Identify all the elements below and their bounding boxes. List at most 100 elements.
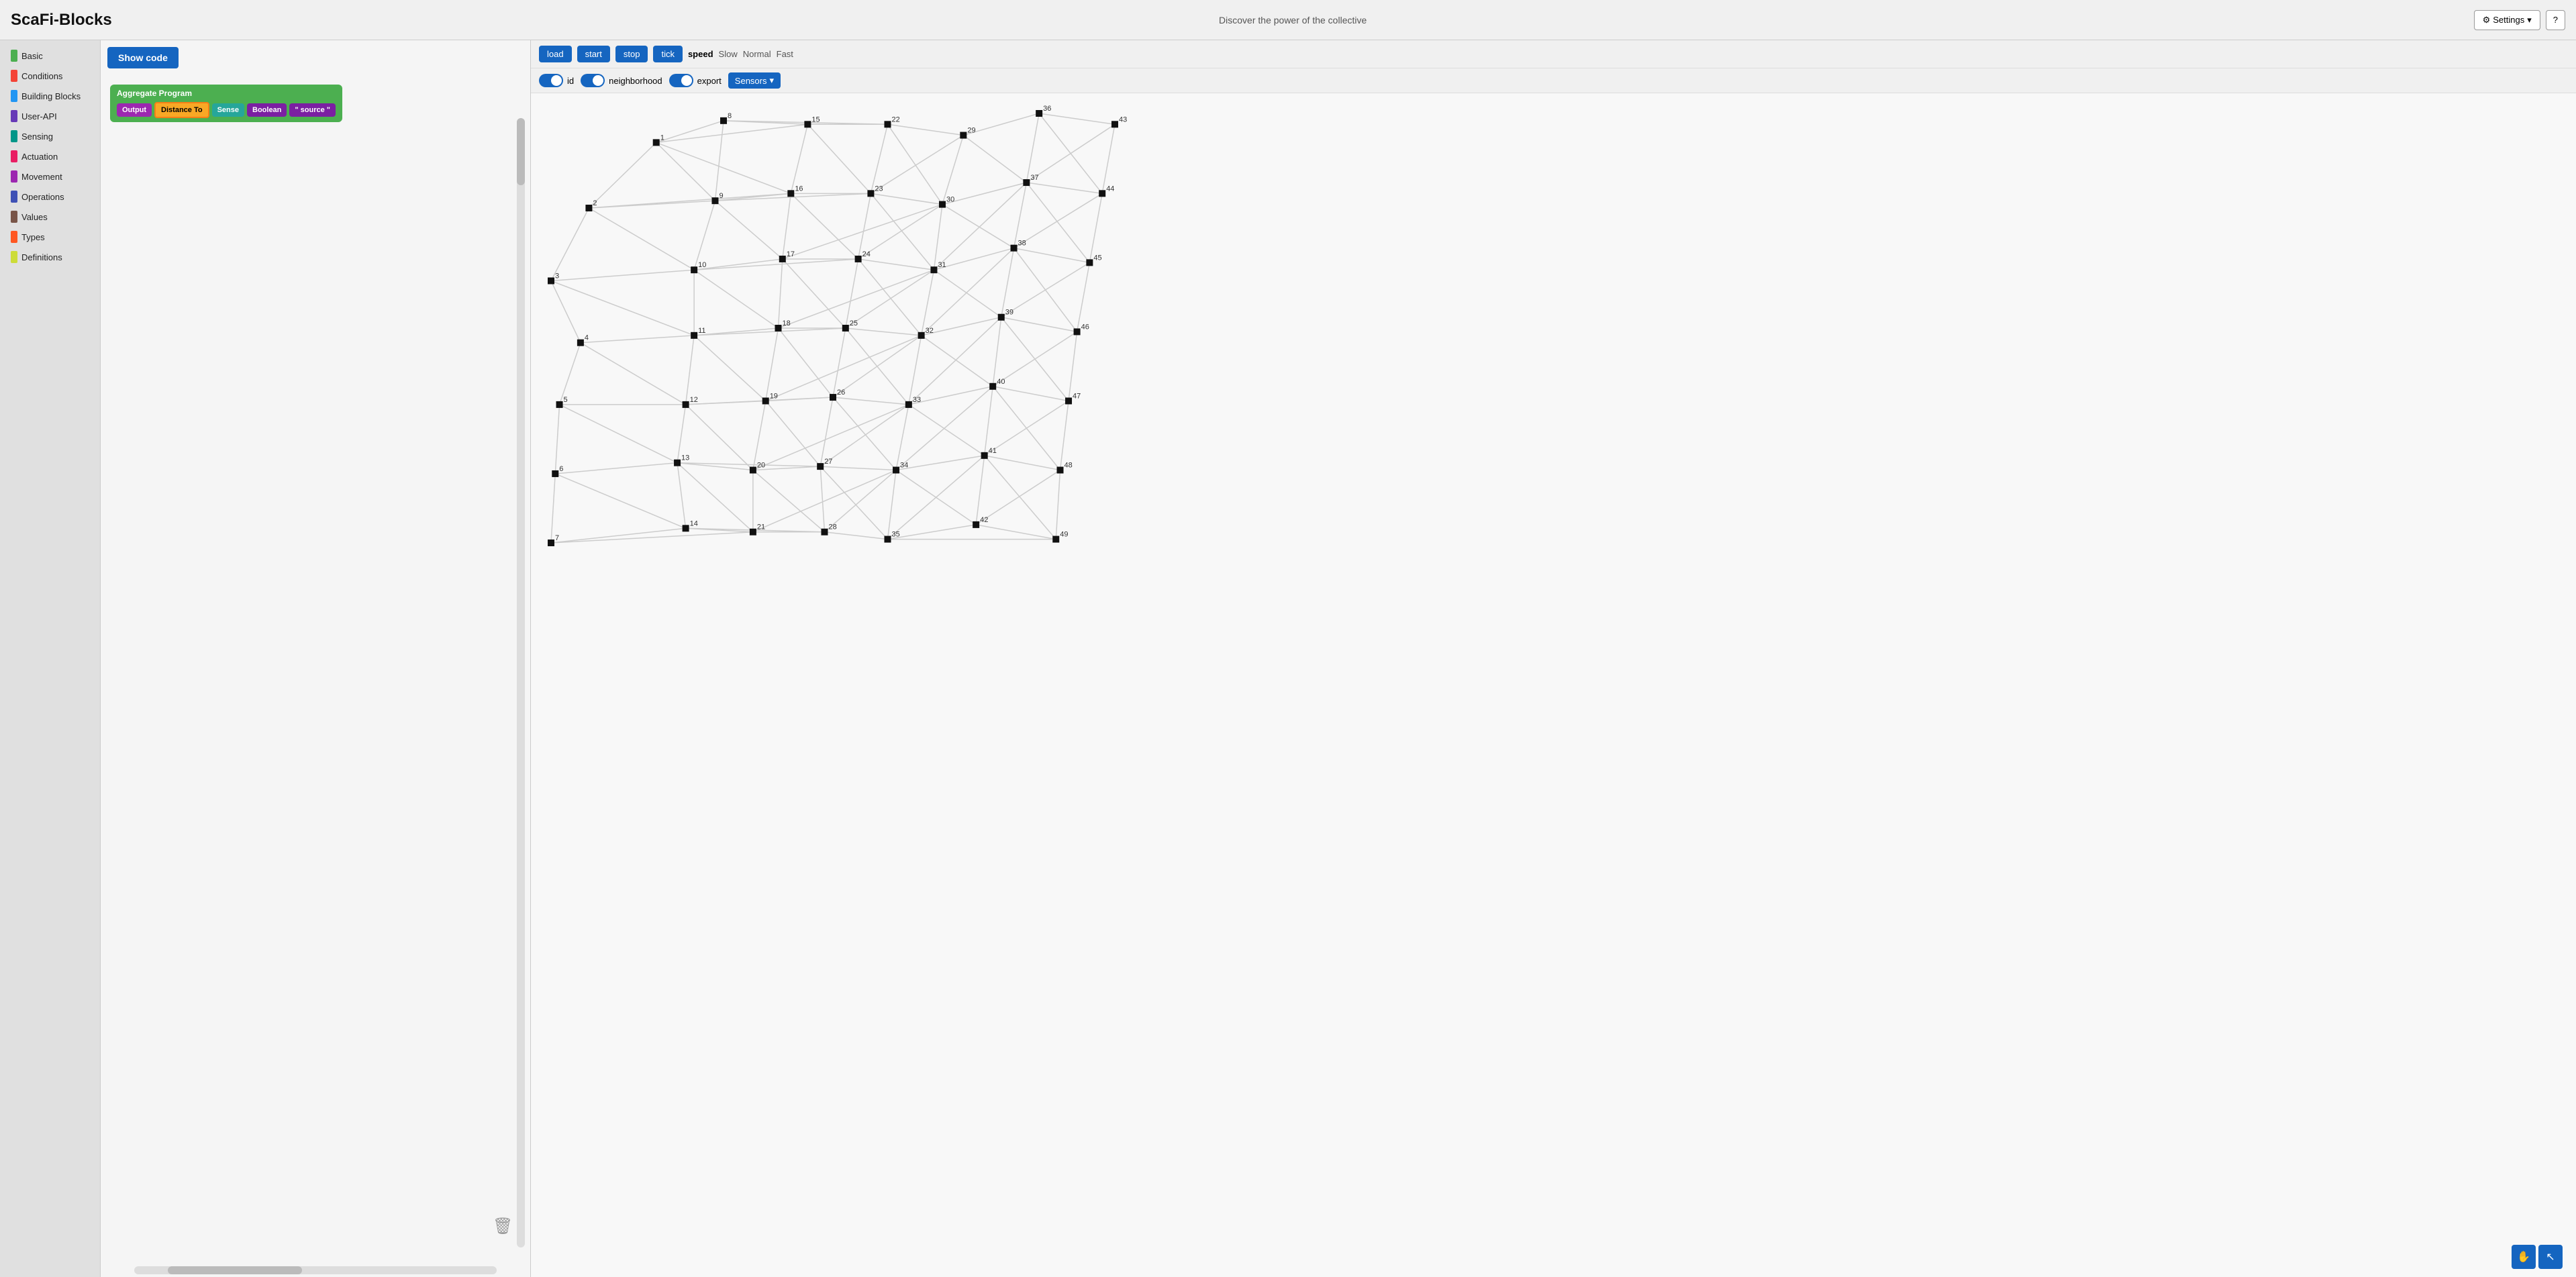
- svg-text:45: 45: [1093, 254, 1101, 262]
- neighborhood-toggle[interactable]: [581, 74, 605, 87]
- sidebar-item-movement[interactable]: Movement: [0, 166, 100, 187]
- sense-block[interactable]: Sense: [212, 103, 244, 117]
- hand-tool-button[interactable]: ✋: [2512, 1245, 2536, 1269]
- header: ScaFi-Blocks Discover the power of the c…: [0, 0, 2576, 40]
- workspace-canvas[interactable]: Aggregate Program Output Distance To Sen…: [103, 78, 528, 1261]
- svg-text:40: 40: [997, 378, 1005, 386]
- svg-text:21: 21: [757, 523, 765, 531]
- help-button[interactable]: ?: [2546, 10, 2565, 30]
- svg-text:16: 16: [795, 185, 803, 193]
- chevron-down-icon: ▾: [2527, 15, 2532, 25]
- svg-text:14: 14: [690, 519, 698, 527]
- id-toggle-group: id: [539, 74, 574, 87]
- sidebar-item-types[interactable]: Types: [0, 227, 100, 247]
- stop-button[interactable]: stop: [615, 46, 648, 62]
- sidebar: Basic Conditions Building Blocks User-APISe…: [0, 40, 101, 1277]
- sidebar-item-sensing[interactable]: Sensing: [0, 126, 100, 146]
- sidebar-label-basic: Basic: [21, 51, 43, 61]
- horizontal-scrollbar[interactable]: [134, 1266, 497, 1274]
- sidebar-color-types: [11, 231, 17, 243]
- output-block[interactable]: Output: [117, 103, 152, 117]
- svg-text:5: 5: [564, 396, 568, 404]
- main-layout: BasicConditionsBuilding BlocksUser-APISe…: [0, 40, 2576, 1277]
- svg-text:3: 3: [555, 272, 559, 280]
- trash-icon[interactable]: 🗑: [493, 1217, 514, 1241]
- vertical-scrollbar[interactable]: [517, 118, 525, 1247]
- sidebar-item-values[interactable]: Values: [0, 207, 100, 227]
- speed-fast[interactable]: Fast: [777, 49, 793, 59]
- svg-text:26: 26: [837, 389, 845, 397]
- sidebar-item-conditions[interactable]: Conditions: [0, 66, 100, 86]
- svg-text:46: 46: [1081, 323, 1089, 331]
- string-block[interactable]: " source ": [289, 103, 336, 117]
- start-button[interactable]: start: [577, 46, 610, 62]
- sim-toolbar: load start stop tick speed Slow Normal F…: [531, 40, 2576, 68]
- vertical-scrollbar-thumb[interactable]: [517, 118, 525, 185]
- block-area[interactable]: Aggregate Program Output Distance To Sen…: [103, 78, 528, 1261]
- sidebar-label-definitions: Definitions: [21, 252, 62, 262]
- network-svg: 1234567891011121314151617181920212223242…: [531, 93, 2576, 1277]
- svg-text:29: 29: [967, 127, 975, 135]
- sidebar-label-values: Values: [21, 212, 48, 222]
- sidebar-label-operations: Operations: [21, 192, 64, 202]
- sidebar-item-building-blocks[interactable]: Building Blocks: [0, 86, 100, 106]
- svg-text:17: 17: [787, 250, 795, 258]
- svg-text:49: 49: [1060, 531, 1068, 539]
- svg-text:36: 36: [1043, 105, 1051, 113]
- sidebar-item-user-api[interactable]: User-API: [0, 106, 100, 126]
- svg-text:19: 19: [770, 392, 778, 400]
- svg-text:15: 15: [811, 115, 820, 123]
- svg-text:47: 47: [1073, 392, 1081, 400]
- workspace: Show code Aggregate Program Output Dista…: [101, 40, 530, 1277]
- svg-text:12: 12: [690, 396, 698, 404]
- speed-normal[interactable]: Normal: [743, 49, 771, 59]
- svg-text:44: 44: [1106, 185, 1114, 193]
- neighborhood-label: neighborhood: [609, 76, 662, 86]
- boolean-block[interactable]: Boolean: [247, 103, 287, 117]
- svg-text:42: 42: [980, 516, 988, 524]
- sidebar-color-building-blocks: [11, 90, 17, 102]
- gear-icon: ⚙: [2483, 15, 2491, 25]
- network-canvas[interactable]: 1234567891011121314151617181920212223242…: [531, 93, 2576, 1277]
- sidebar-item-actuation[interactable]: Actuation: [0, 146, 100, 166]
- svg-text:2: 2: [593, 199, 597, 207]
- simulation-panel: load start stop tick speed Slow Normal F…: [530, 40, 2576, 1277]
- sim-bottom-toolbar: ✋ ↖: [2512, 1245, 2563, 1269]
- svg-text:31: 31: [938, 261, 946, 269]
- sidebar-color-values: [11, 211, 17, 223]
- cursor-tool-button[interactable]: ↖: [2538, 1245, 2563, 1269]
- speed-slow[interactable]: Slow: [719, 49, 738, 59]
- app-subtitle: Discover the power of the collective: [1219, 15, 1367, 25]
- export-toggle-group: export: [669, 74, 722, 87]
- sensors-button[interactable]: Sensors ▾: [728, 72, 781, 89]
- aggregate-program-block[interactable]: Aggregate Program Output Distance To Sen…: [110, 85, 342, 122]
- settings-button[interactable]: ⚙ Settings ▾: [2474, 10, 2540, 30]
- tick-button[interactable]: tick: [653, 46, 683, 62]
- sidebar-color-conditions: [11, 70, 17, 82]
- svg-text:23: 23: [875, 185, 883, 193]
- export-label: export: [697, 76, 722, 86]
- sidebar-label-types: Types: [21, 232, 45, 242]
- chevron-down-icon: ▾: [770, 75, 775, 86]
- sidebar-color-basic: [11, 50, 17, 62]
- export-toggle[interactable]: [669, 74, 693, 87]
- sidebar-item-definitions[interactable]: Definitions: [0, 247, 100, 267]
- svg-text:7: 7: [555, 534, 559, 542]
- svg-text:13: 13: [681, 454, 689, 462]
- header-actions: ⚙ Settings ▾ ?: [2474, 10, 2565, 30]
- block-row: Output Distance To Sense Boolean " sourc…: [117, 102, 336, 118]
- show-code-button[interactable]: Show code: [107, 47, 179, 68]
- load-button[interactable]: load: [539, 46, 572, 62]
- svg-text:27: 27: [824, 458, 832, 466]
- svg-text:43: 43: [1119, 115, 1127, 123]
- distance-block[interactable]: Distance To: [154, 102, 209, 118]
- id-toggle[interactable]: [539, 74, 563, 87]
- svg-text:38: 38: [1018, 240, 1026, 248]
- sidebar-item-basic[interactable]: Basic: [0, 46, 100, 66]
- sidebar-item-operations[interactable]: Operations: [0, 187, 100, 207]
- svg-text:9: 9: [719, 192, 723, 200]
- sidebar-color-movement: [11, 170, 17, 183]
- horizontal-scrollbar-thumb[interactable]: [168, 1266, 302, 1274]
- svg-text:22: 22: [891, 115, 899, 123]
- sidebar-label-building-blocks: Building Blocks: [21, 91, 81, 101]
